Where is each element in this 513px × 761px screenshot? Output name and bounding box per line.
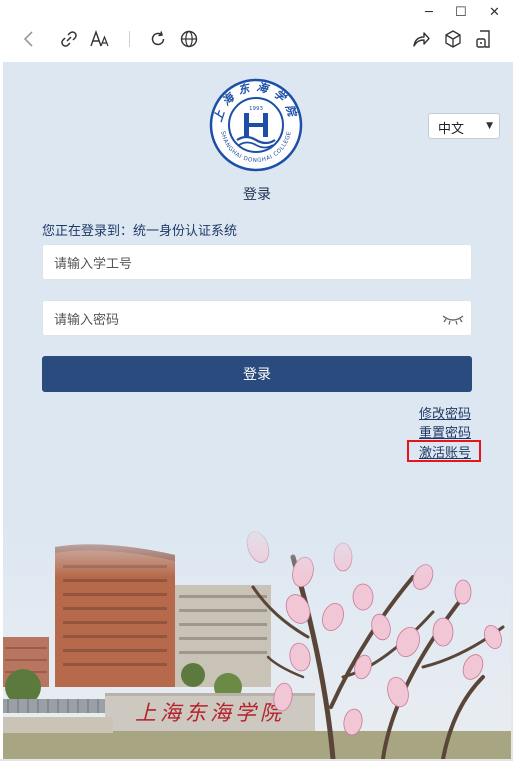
username-placeholder: 请输入学工号 [54,256,133,272]
login-title: 登录 [243,187,271,203]
username-input[interactable]: 请输入学工号 [42,244,472,280]
eye-closed-icon[interactable] [441,312,465,326]
password-placeholder: 请输入密码 [54,312,120,328]
logo-year: 1993 [249,106,263,112]
browser-titlebar: ─ ☐ ✕ [0,0,513,62]
link-icon[interactable] [58,28,80,50]
back-icon[interactable] [18,28,40,50]
login-page: 上海东海学院 SHANGHAI DONGHAI COLLEGE 1993 中文 … [3,62,511,759]
highlight-box [407,440,481,462]
chevron-down-icon: ▼ [486,121,493,131]
reset-password-link[interactable]: 重置密码 [419,422,471,441]
gate-text: 上海东海学院 [135,701,285,725]
college-logo: 上海东海学院 SHANGHAI DONGHAI COLLEGE 1993 [209,78,303,172]
password-input[interactable]: 请输入密码 [42,300,472,336]
globe-icon[interactable] [178,28,200,50]
login-target-hint: 您正在登录到：统一身份认证系统 [42,224,238,239]
change-password-link[interactable]: 修改密码 [419,403,471,422]
language-select-value: 中文 [438,122,465,137]
login-button[interactable]: 登录 [42,356,472,392]
device-icon[interactable] [473,28,495,50]
close-button[interactable]: ✕ [489,6,500,20]
campus-photo: 上海东海学院 [3,517,511,759]
refresh-icon[interactable] [147,28,169,50]
language-select[interactable]: 中文 ▼ [428,113,500,139]
text-size-icon[interactable] [89,28,111,50]
maximize-button[interactable]: ☐ [455,6,467,20]
toolbar-separator [129,31,130,47]
cube-icon[interactable] [442,28,464,50]
share-icon[interactable] [410,28,432,50]
minimize-button[interactable]: ─ [425,6,433,20]
